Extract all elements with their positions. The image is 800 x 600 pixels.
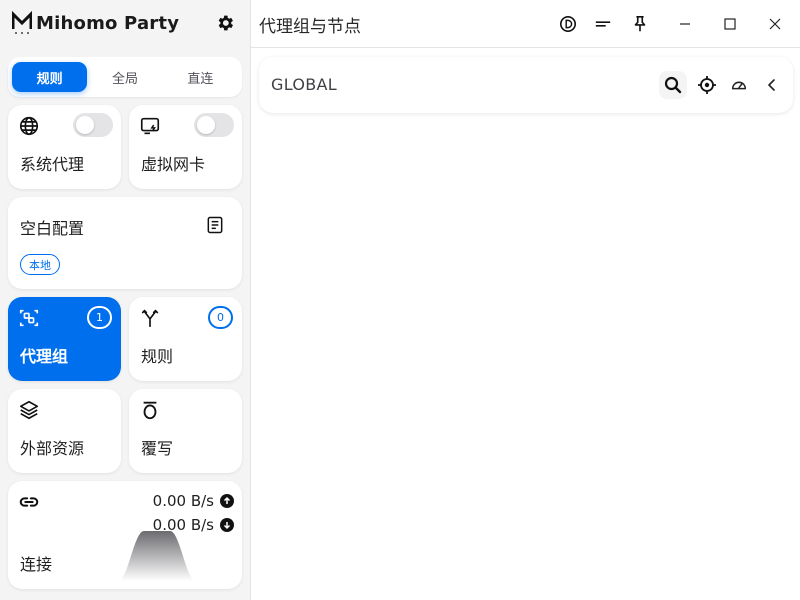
crosshair-icon [698,76,716,94]
app-name: Mihomo Party [36,12,180,34]
tab-rule-mode[interactable]: 规则 [12,62,88,92]
layers-icon [18,399,40,421]
profile-card[interactable]: 空白配置 本地 [8,197,242,289]
document-icon[interactable] [205,215,225,235]
rules-count-badge: 0 [208,306,233,329]
settings-button[interactable] [214,12,236,34]
tab-direct-mode[interactable]: 直连 [163,62,238,92]
globe-icon [18,115,40,137]
menu-lines-icon [595,21,611,27]
download-arrow-icon [220,518,234,532]
system-proxy-toggle[interactable] [73,113,113,137]
upload-speed-row: 0.00 B/s [153,492,234,510]
tun-toggle[interactable] [194,113,234,137]
override-icon [139,399,161,421]
pin-icon [634,15,646,32]
search-button[interactable] [659,71,687,99]
chevron-left-icon [768,79,775,91]
pin-button[interactable] [628,12,652,36]
brand: Mihomo Party [11,8,180,38]
maximize-icon [724,18,736,30]
locate-button[interactable] [693,71,721,99]
close-button[interactable] [763,12,787,36]
rules-fork-icon [139,307,161,329]
tab-global-mode[interactable]: 全局 [87,62,162,92]
resources-label: 外部资源 [20,439,85,458]
app-window: Mihomo Party 规则 全局 直连 系统代理 虚拟网卡 空白配置 本地 … [0,0,800,600]
mode-tabs: 规则 全局 直连 [8,57,242,97]
upload-speed: 0.00 B/s [152,492,214,510]
traffic-graph [118,531,196,581]
resources-card[interactable]: 外部资源 [8,389,121,473]
search-icon [664,76,682,94]
proxy-group-card[interactable]: GLOBAL [259,57,793,113]
app-logo-icon [11,10,33,35]
rules-card[interactable]: 0 规则 [129,297,242,381]
minimize-button[interactable] [673,12,697,36]
tun-icon [139,115,161,137]
profile-tag: 本地 [20,254,60,275]
minimize-icon [680,23,690,25]
tun-card[interactable]: 虚拟网卡 [129,105,242,189]
page-title: 代理组与节点 [259,17,361,37]
override-label: 覆写 [141,439,174,458]
dns-circle-icon [559,15,577,33]
proxy-groups-card[interactable]: 1 代理组 [8,297,121,381]
rules-label: 规则 [141,347,174,366]
minimize-to-tray-button[interactable] [591,12,615,36]
tun-label: 虚拟网卡 [141,155,206,174]
sidebar: Mihomo Party 规则 全局 直连 系统代理 虚拟网卡 空白配置 本地 … [0,0,251,600]
proxy-group-name: GLOBAL [271,75,337,94]
close-icon [769,18,781,30]
gear-icon [218,15,233,31]
proxy-groups-count-badge: 1 [87,306,112,329]
system-proxy-card[interactable]: 系统代理 [8,105,121,189]
upload-arrow-icon [220,494,234,508]
proxy-groups-label: 代理组 [20,347,69,366]
profile-name: 空白配置 [20,219,85,238]
proxy-group-icon [18,307,40,329]
main-header: 代理组与节点 [251,0,800,48]
dns-button[interactable] [556,12,580,36]
override-card[interactable]: 覆写 [129,389,242,473]
maximize-button[interactable] [718,12,742,36]
delay-test-button[interactable] [725,71,753,99]
system-proxy-label: 系统代理 [20,155,85,174]
link-icon [18,491,40,513]
connections-card[interactable]: 0.00 B/s 0.00 B/s 连接 [8,481,242,589]
speedometer-icon [731,81,747,90]
main-panel: 代理组与节点 GLOBAL [251,0,800,600]
collapse-button[interactable] [758,71,786,99]
connections-label: 连接 [20,555,53,574]
